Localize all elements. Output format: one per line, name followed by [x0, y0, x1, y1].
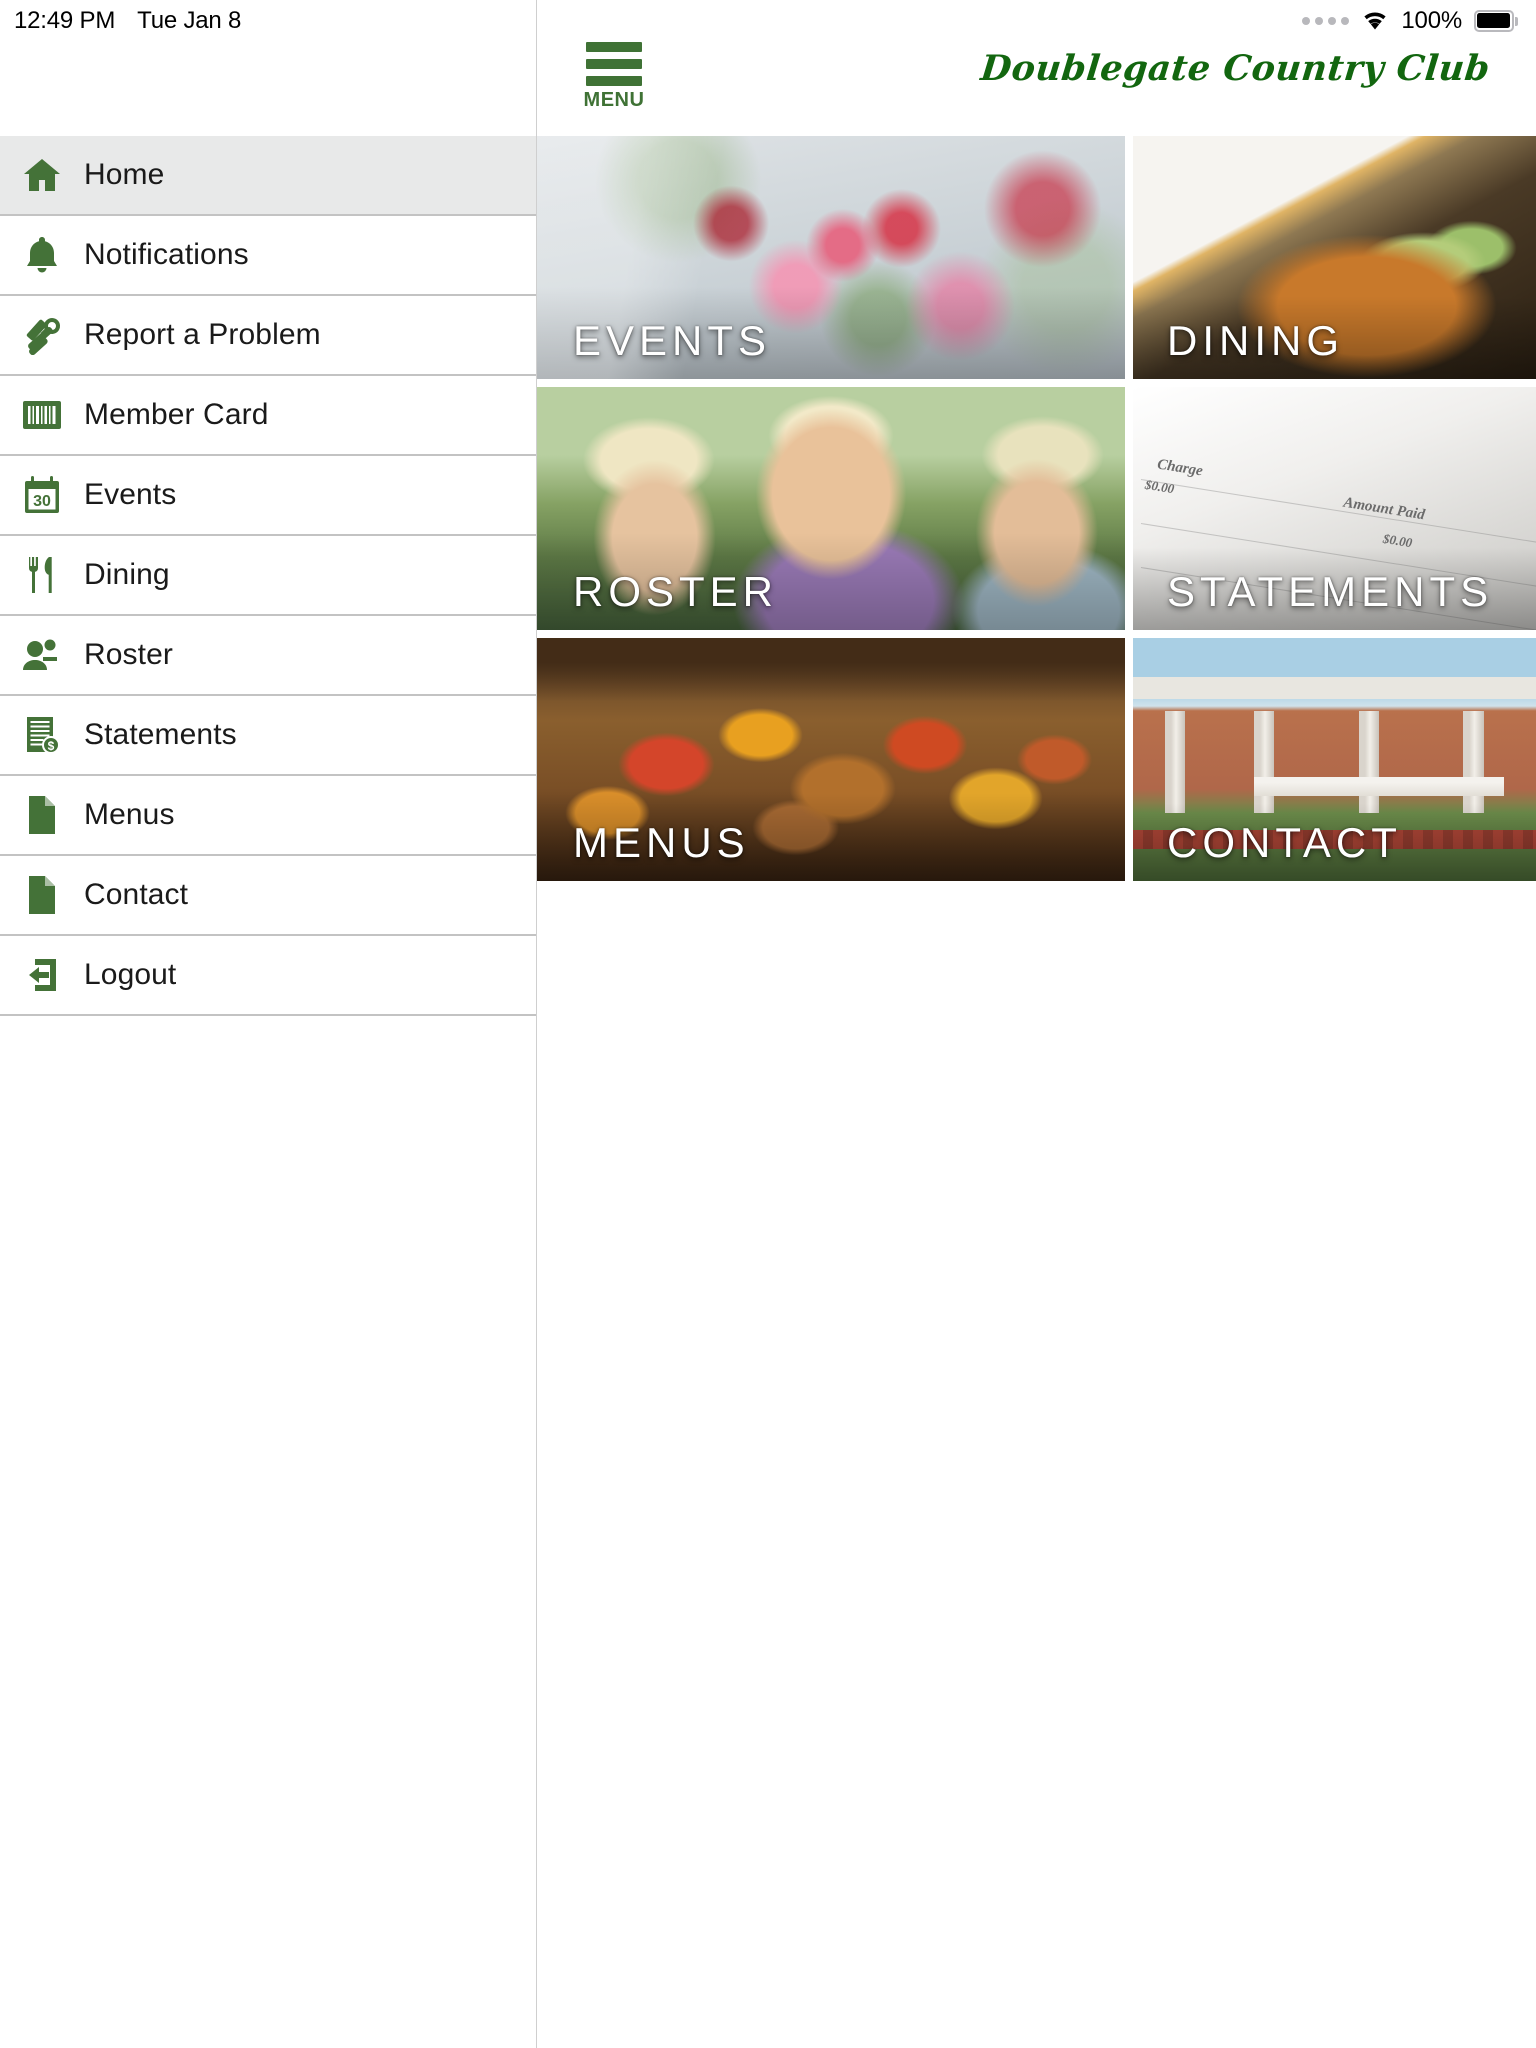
calendar-icon: 30	[14, 472, 70, 518]
sidebar-item-label: Events	[84, 478, 177, 511]
tile-row: EVENTS DINING	[537, 136, 1536, 379]
hammer-wrench-icon	[14, 312, 70, 358]
status-time: 12:49 PM	[14, 7, 116, 34]
tile-label: CONTACT	[1167, 819, 1402, 866]
sidebar-item-label: Member Card	[84, 398, 269, 431]
sidebar-item-label: Report a Problem	[84, 318, 321, 351]
sidebar-item-roster[interactable]: Roster	[0, 616, 536, 696]
sidebar-item-statements[interactable]: $ Statements	[0, 696, 536, 776]
menu-button[interactable]: MENU	[577, 42, 651, 110]
status-bar: 12:49 PM Tue Jan 8 100%	[0, 0, 1536, 42]
sidebar-item-label: Roster	[84, 638, 173, 671]
sidebar: Home Notifications Report a Problem Memb…	[0, 0, 537, 2048]
sidebar-item-label: Logout	[84, 958, 177, 991]
tile-row: ROSTER Charge Amount Paid $0.00 $0.00 ST…	[537, 387, 1536, 630]
tile-label: ROSTER	[573, 568, 779, 615]
invoice-dollar-icon: $	[14, 712, 70, 758]
statement-amount-paid-text: Amount Paid	[1341, 494, 1426, 524]
sidebar-item-label: Notifications	[84, 238, 249, 271]
sidebar-item-label: Contact	[84, 878, 189, 911]
status-bar-right: 100%	[1302, 7, 1536, 35]
sidebar-item-logout[interactable]: Logout	[0, 936, 536, 1016]
tile-menus[interactable]: MENUS	[537, 638, 1125, 881]
sidebar-item-label: Dining	[84, 558, 170, 591]
tile-label: EVENTS	[573, 317, 772, 364]
sidebar-item-dining[interactable]: Dining	[0, 536, 536, 616]
home-icon	[14, 152, 70, 198]
tile-contact[interactable]: CONTACT	[1133, 638, 1536, 881]
sidebar-item-label: Menus	[84, 798, 175, 831]
status-date: Tue Jan 8	[137, 7, 242, 34]
bell-icon	[14, 232, 70, 278]
sidebar-item-home[interactable]: Home	[0, 136, 536, 216]
battery-percent: 100%	[1401, 7, 1462, 34]
wifi-icon	[1361, 10, 1389, 32]
barcode-icon	[14, 392, 70, 438]
status-bar-left: 12:49 PM Tue Jan 8	[0, 7, 241, 35]
sidebar-item-menus[interactable]: Menus	[0, 776, 536, 856]
sidebar-item-report-a-problem[interactable]: Report a Problem	[0, 296, 536, 376]
tile-label: MENUS	[573, 819, 750, 866]
menu-button-label: MENU	[583, 89, 645, 111]
tile-events[interactable]: EVENTS	[537, 136, 1125, 379]
fork-knife-icon	[14, 552, 70, 598]
sidebar-item-label: Statements	[84, 718, 237, 751]
tile-statements[interactable]: Charge Amount Paid $0.00 $0.00 STATEMENT…	[1133, 387, 1536, 630]
people-icon	[14, 632, 70, 678]
app-screen: 12:49 PM Tue Jan 8 100% MENU Doublegate …	[0, 0, 1536, 2048]
tile-grid: EVENTS DINING ROSTER Charge Amount Paid …	[537, 136, 1536, 881]
content-panel: MENU Doublegate Country Club EVENTS DINI…	[537, 0, 1536, 2048]
statement-zero-text: $0.00	[1144, 477, 1176, 497]
document-icon	[14, 872, 70, 918]
signal-dots-icon	[1302, 17, 1350, 25]
sidebar-item-contact[interactable]: Contact	[0, 856, 536, 936]
statement-zero-text-2: $0.00	[1381, 530, 1414, 550]
sidebar-nav: Home Notifications Report a Problem Memb…	[0, 136, 536, 1016]
document-icon	[14, 792, 70, 838]
sidebar-item-notifications[interactable]: Notifications	[0, 216, 536, 296]
hamburger-icon	[586, 42, 642, 86]
brand-logo: Doublegate Country Club	[979, 48, 1493, 89]
tile-row: MENUS CONTACT	[537, 638, 1536, 881]
battery-full-icon	[1474, 10, 1518, 32]
sidebar-item-member-card[interactable]: Member Card	[0, 376, 536, 456]
tile-dining[interactable]: DINING	[1133, 136, 1536, 379]
svg-text:$: $	[48, 739, 55, 753]
statement-charge-text: Charge	[1156, 456, 1205, 480]
tile-label: STATEMENTS	[1167, 568, 1494, 615]
sidebar-item-events[interactable]: 30 Events	[0, 456, 536, 536]
sidebar-item-label: Home	[84, 158, 165, 191]
svg-text:30: 30	[33, 493, 51, 510]
logout-arrow-icon	[14, 952, 70, 998]
tile-label: DINING	[1167, 317, 1344, 364]
tile-roster[interactable]: ROSTER	[537, 387, 1125, 630]
